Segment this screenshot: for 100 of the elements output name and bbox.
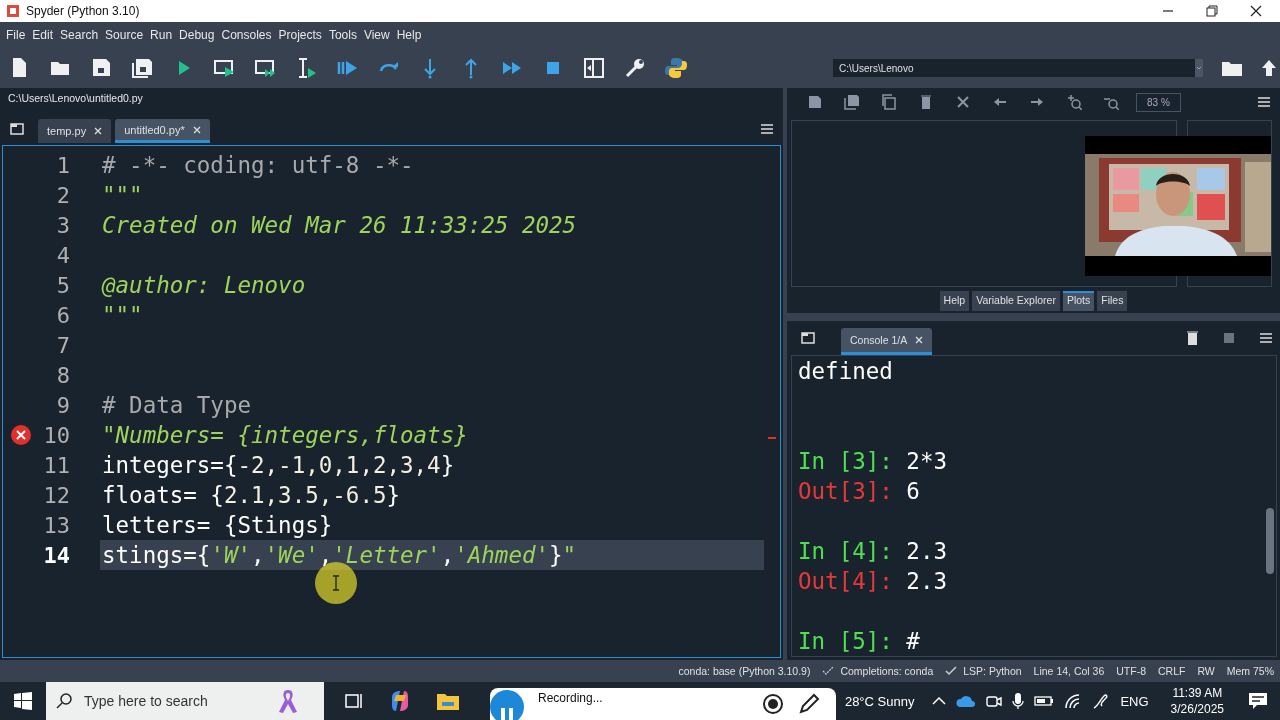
- console-line: defined: [798, 358, 893, 384]
- console-tab[interactable]: Console 1/A: [841, 328, 933, 355]
- status-item: conda: base (Python 3.10.9): [678, 665, 811, 677]
- menu-icon[interactable]: [1260, 333, 1272, 343]
- zoom-in-icon[interactable]: [1066, 94, 1082, 110]
- pause-icon[interactable]: [490, 690, 524, 720]
- menu-item[interactable]: File: [6, 28, 26, 42]
- browse-tabs-icon[interactable]: [801, 332, 815, 344]
- recording-label: Recording...: [538, 691, 603, 705]
- code-line: Created on Wed Mar 26 11:33:25 2025: [102, 212, 577, 238]
- status-item: LSP: Python: [963, 665, 1022, 677]
- checkmark-icon: [945, 665, 958, 677]
- code-editor[interactable]: [2, 145, 781, 658]
- dropdown-icon[interactable]: [1195, 59, 1203, 77]
- console-output[interactable]: defined In [3]: 2*3 Out[3]: 6 In [4]: 2.3 Out[4]: 2.3 In [5]: #: [791, 355, 1277, 657]
- menu-icon[interactable]: [1258, 97, 1270, 107]
- code-line: # -*- coding: utf-8 -*-: [102, 152, 414, 178]
- battery-icon[interactable]: [1034, 695, 1055, 707]
- menu-icon[interactable]: [761, 124, 773, 134]
- save-icon[interactable]: [807, 94, 823, 110]
- code-line: """: [102, 182, 143, 208]
- code-line: floats= {2.1,3.5,-6.5}: [102, 482, 401, 508]
- python-logo-icon[interactable]: [664, 56, 688, 80]
- warning-marker: [768, 437, 776, 439]
- console-line: In [5]: #: [798, 628, 920, 654]
- search-icon: [56, 693, 72, 709]
- up-arrow-icon[interactable]: [1261, 59, 1277, 77]
- status-item: Line 14, Col 36: [1033, 665, 1105, 677]
- console-line: Out[4]: 2.3: [798, 568, 947, 594]
- line-number: 11: [43, 452, 70, 478]
- file-path: C:\Users\Lenovo\untitled0.py: [8, 92, 143, 104]
- camera-icon[interactable]: [986, 693, 1003, 709]
- copy-icon[interactable]: [881, 94, 897, 110]
- code-line: "Numbers= {integers,floats}: [102, 422, 468, 448]
- line-number: 13: [43, 512, 70, 538]
- line-number: 6: [56, 302, 70, 328]
- clear-console-icon[interactable]: [1186, 331, 1198, 345]
- code-line: """: [102, 302, 143, 328]
- cloud-icon[interactable]: [956, 694, 977, 708]
- settings-icon[interactable]: [623, 56, 647, 80]
- console-line: In [4]: 2.3: [798, 538, 947, 564]
- menu-item[interactable]: Help: [396, 28, 422, 42]
- menu-item[interactable]: Source: [105, 28, 144, 42]
- menu-item[interactable]: Search: [60, 28, 99, 42]
- menu-item[interactable]: Edit: [32, 28, 54, 42]
- line-number: 4: [56, 242, 70, 268]
- line-number: 14: [43, 542, 70, 568]
- status-item: CRLF: [1158, 665, 1186, 677]
- pane-tab[interactable]: Files: [1097, 291, 1128, 311]
- close-all-icon[interactable]: [955, 94, 971, 110]
- completions-icon: [822, 665, 835, 677]
- notification-icon[interactable]: [1248, 692, 1268, 710]
- file-tab[interactable]: temp.py: [38, 119, 112, 143]
- close-icon[interactable]: [1250, 5, 1262, 17]
- console-line: Out[3]: 6: [798, 478, 920, 504]
- clock-date[interactable]: 3/26/2025: [1170, 701, 1224, 717]
- line-number: 9: [56, 392, 70, 418]
- pane-tab[interactable]: Plots: [1062, 291, 1095, 311]
- line-number: 10: [43, 422, 70, 448]
- line-number: 3: [56, 212, 70, 238]
- text-cursor-icon: [332, 575, 340, 591]
- status-item: Completions: conda: [840, 665, 934, 677]
- task-view-icon[interactable]: [344, 692, 364, 710]
- weather-label[interactable]: 28°C Sunny: [844, 693, 915, 709]
- search-field[interactable]: Type here to search: [82, 692, 266, 710]
- microphone-icon[interactable]: [1012, 692, 1025, 710]
- maximize-pane-icon[interactable]: [582, 56, 606, 80]
- status-item: Mem 75%: [1226, 665, 1274, 677]
- zoom-field[interactable]: 83 %: [1136, 92, 1181, 112]
- language-indicator[interactable]: ENG: [1120, 693, 1149, 709]
- line-number: 8: [56, 362, 70, 388]
- pane-tab[interactable]: Variable Explorer: [972, 291, 1060, 311]
- clock-time[interactable]: 11:39 AM: [1172, 685, 1223, 701]
- status-item: UTF-8: [1116, 665, 1146, 677]
- code-line: @author: Lenovo: [102, 272, 306, 298]
- menu-item[interactable]: View: [363, 28, 390, 42]
- chevron-up-icon[interactable]: [932, 696, 947, 706]
- browse-tabs-icon[interactable]: [10, 123, 24, 135]
- trash-icon[interactable]: [918, 94, 934, 110]
- ribbon-icon: [276, 688, 300, 714]
- menu-item[interactable]: Projects: [278, 28, 322, 42]
- search-bar[interactable]: Type here to search: [46, 682, 324, 720]
- menu-item[interactable]: Consoles: [221, 28, 272, 42]
- line-number: 12: [43, 482, 70, 508]
- code-line: stings={'W','We','Letter','Ahmed'}": [102, 542, 577, 568]
- save-all-icon[interactable]: [131, 56, 155, 80]
- windows-logo-icon[interactable]: [14, 692, 32, 710]
- menu-item[interactable]: Tools: [328, 28, 357, 42]
- restore-icon[interactable]: [1206, 5, 1218, 17]
- file-tab[interactable]: untitled0.py*: [115, 119, 210, 143]
- menu-item[interactable]: Run: [150, 28, 173, 42]
- record-icon[interactable]: [762, 693, 784, 715]
- save-all-icon[interactable]: [844, 94, 860, 110]
- line-number: 1: [56, 152, 70, 178]
- menu-item[interactable]: Debug: [179, 28, 215, 42]
- status-item: RW: [1197, 665, 1215, 677]
- working-directory-field[interactable]: C:\Users\Lenovo: [833, 59, 1203, 77]
- pen-icon[interactable]: [798, 693, 820, 715]
- pane-tab[interactable]: Help: [939, 291, 970, 311]
- console-line: In [3]: 2*3: [798, 448, 947, 474]
